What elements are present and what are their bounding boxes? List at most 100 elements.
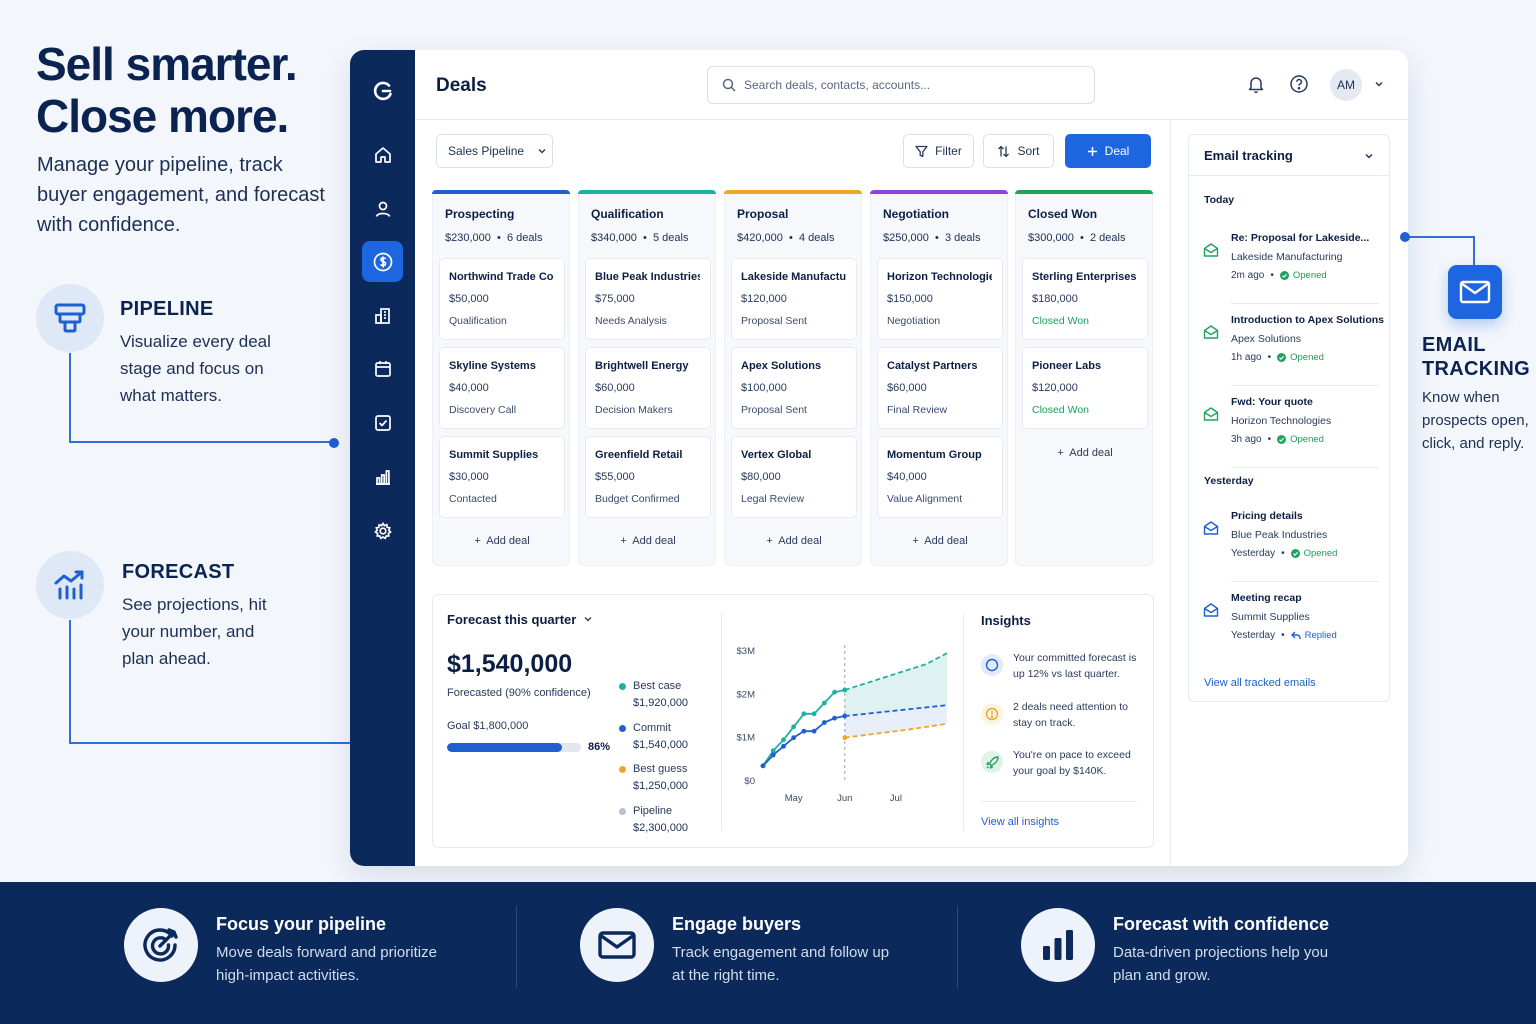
reply-icon <box>1290 631 1301 640</box>
deal-stage: Negotiation <box>887 315 941 327</box>
add-deal-button[interactable]: + Add deal <box>725 535 863 547</box>
reports-icon[interactable] <box>362 456 403 497</box>
add-deal-button[interactable]: + Add deal <box>1016 447 1154 459</box>
deal-card[interactable]: Sterling Enterprises $180,000 Closed Won <box>1022 258 1148 340</box>
email-time: 1h ago <box>1231 352 1262 363</box>
data-point <box>760 763 766 769</box>
search-input[interactable] <box>744 78 1074 92</box>
calendar-icon[interactable] <box>362 348 403 389</box>
right-panel-divider <box>1170 120 1171 866</box>
deal-card[interactable]: Brightwell Energy $60,000 Decision Makers <box>585 347 711 429</box>
forecast-title[interactable]: Forecast this quarter <box>447 612 593 627</box>
deal-stage: Discovery Call <box>449 404 517 416</box>
deal-card[interactable]: Momentum Group $40,000 Value Alignment <box>877 436 1003 518</box>
goal-progress-percent: 86% <box>588 741 611 753</box>
sort-label: Sort <box>1017 144 1040 158</box>
new-deal-button[interactable]: Deal <box>1065 134 1151 168</box>
column-deal-count: 2 deals <box>1089 232 1126 244</box>
add-deal-button[interactable]: + Add deal <box>579 535 717 547</box>
email-meta: 1h ago • Opened <box>1231 352 1324 363</box>
bullet-separator: • <box>1281 548 1285 559</box>
add-deal-button[interactable]: + Add deal <box>871 535 1009 547</box>
data-point <box>842 735 848 741</box>
forecast-goal: Goal $1,800,000 <box>447 720 529 732</box>
deal-value: $100,000 <box>741 382 787 394</box>
deal-value: $120,000 <box>1032 382 1078 394</box>
deal-card[interactable]: Greenfield Retail $55,000 Budget Confirmed <box>585 436 711 518</box>
forecast-title-label: Forecast this quarter <box>447 612 577 627</box>
deal-value: $150,000 <box>887 293 933 305</box>
contacts-icon[interactable] <box>362 188 403 229</box>
pipeline-feature-icon <box>36 284 104 352</box>
email-item[interactable]: Fwd: Your quote Horizon Technologies 3h ag… <box>1201 396 1379 468</box>
deal-card[interactable]: Vertex Global $80,000 Legal Review <box>731 436 857 518</box>
pipeline-column-proposal: Proposal $420,000 • 4 deals Lakeside Manuf… <box>724 190 862 566</box>
add-deal-label: Add deal <box>632 535 676 547</box>
email-account: Summit Supplies <box>1231 611 1310 623</box>
email-item[interactable]: Re: Proposal for Lakeside... Lakeside Man… <box>1201 232 1379 304</box>
series-line-commit <box>762 715 845 767</box>
view-all-tracked-emails-link[interactable]: View all tracked emails <box>1204 677 1316 689</box>
insights-separator <box>981 801 1137 802</box>
x-tick-label: Jul <box>890 793 902 804</box>
column-summary: $420,000 • 4 deals <box>737 232 834 244</box>
email-connector <box>1405 236 1475 266</box>
notifications-bell-icon[interactable] <box>1244 72 1268 96</box>
deal-card[interactable]: Northwind Trade Co. $50,000 Qualification <box>439 258 565 340</box>
deal-card[interactable]: Blue Peak Industries $75,000 Needs Analysi… <box>585 258 711 340</box>
deal-card[interactable]: Horizon Technologies $150,000 Negotiation <box>877 258 1003 340</box>
deal-card[interactable]: Apex Solutions $100,000 Proposal Sent <box>731 347 857 429</box>
deal-card[interactable]: Catalyst Partners $60,000 Final Review <box>877 347 1003 429</box>
email-subject: Re: Proposal for Lakeside... <box>1231 232 1370 244</box>
email-time: Yesterday <box>1231 630 1276 641</box>
tasks-icon[interactable] <box>362 402 403 443</box>
search-box[interactable] <box>707 66 1095 104</box>
deals-icon[interactable] <box>362 241 403 282</box>
forecast-connector <box>69 620 387 744</box>
accounts-icon[interactable] <box>362 295 403 336</box>
user-avatar[interactable]: AM <box>1330 69 1362 101</box>
filter-button[interactable]: Filter <box>903 134 974 168</box>
help-icon[interactable] <box>1287 72 1311 96</box>
deal-card[interactable]: Summit Supplies $30,000 Contacted <box>439 436 565 518</box>
add-deal-button[interactable]: + Add deal <box>433 535 571 547</box>
view-all-insights-link[interactable]: View all insights <box>981 816 1059 828</box>
deal-name: Sterling Enterprises <box>1032 271 1137 283</box>
email-group-label: Yesterday <box>1204 475 1254 487</box>
email-account: Apex Solutions <box>1231 333 1302 345</box>
plus-icon: + <box>912 535 925 547</box>
deal-card[interactable]: Lakeside Manufacturing $120,000 Proposal S… <box>731 258 857 340</box>
deal-card[interactable]: Pioneer Labs $120,000 Closed Won <box>1022 347 1148 429</box>
email-item[interactable]: Pricing details Blue Peak Industries Yeste… <box>1201 510 1379 582</box>
email-item[interactable]: Introduction to Apex Solutions Apex Solut… <box>1201 314 1384 386</box>
pipeline-select[interactable]: Sales Pipeline <box>436 134 553 168</box>
pipeline-column-qualification: Qualification $340,000 • 5 deals Blue Peak… <box>578 190 716 566</box>
email-item[interactable]: Meeting recap Summit Supplies Yesterday • Re… <box>1201 592 1379 664</box>
mail-open-icon <box>1203 242 1219 263</box>
plus-icon: + <box>620 535 633 547</box>
data-point <box>821 700 827 706</box>
sidebar <box>350 50 415 866</box>
email-status-label: Opened <box>1292 270 1327 281</box>
chevron-down-icon[interactable] <box>1363 150 1375 162</box>
add-deal-label: Add deal <box>486 535 530 547</box>
home-icon[interactable] <box>362 134 403 175</box>
deal-card[interactable]: Skyline Systems $40,000 Discovery Call <box>439 347 565 429</box>
column-color-bar <box>578 190 716 194</box>
hero-subtitle: Manage your pipeline, track buyer engage… <box>37 154 325 236</box>
y-tick-label: $3M <box>737 646 756 657</box>
column-summary: $340,000 • 5 deals <box>591 232 688 244</box>
app-logo-icon[interactable] <box>362 70 403 111</box>
deal-value: $120,000 <box>741 293 787 305</box>
page-title: Deals <box>436 75 487 96</box>
deal-value: $80,000 <box>741 471 781 483</box>
deal-stage: Needs Analysis <box>595 315 667 327</box>
settings-icon[interactable] <box>362 510 403 551</box>
y-tick-label: $1M <box>737 733 756 744</box>
account-chevron-down-icon[interactable] <box>1367 72 1391 96</box>
sort-icon <box>998 145 1010 157</box>
deal-value: $30,000 <box>449 471 489 483</box>
sort-button[interactable]: Sort <box>983 134 1054 168</box>
email-status: Opened <box>1277 434 1324 445</box>
plus-icon: + <box>1057 447 1070 459</box>
